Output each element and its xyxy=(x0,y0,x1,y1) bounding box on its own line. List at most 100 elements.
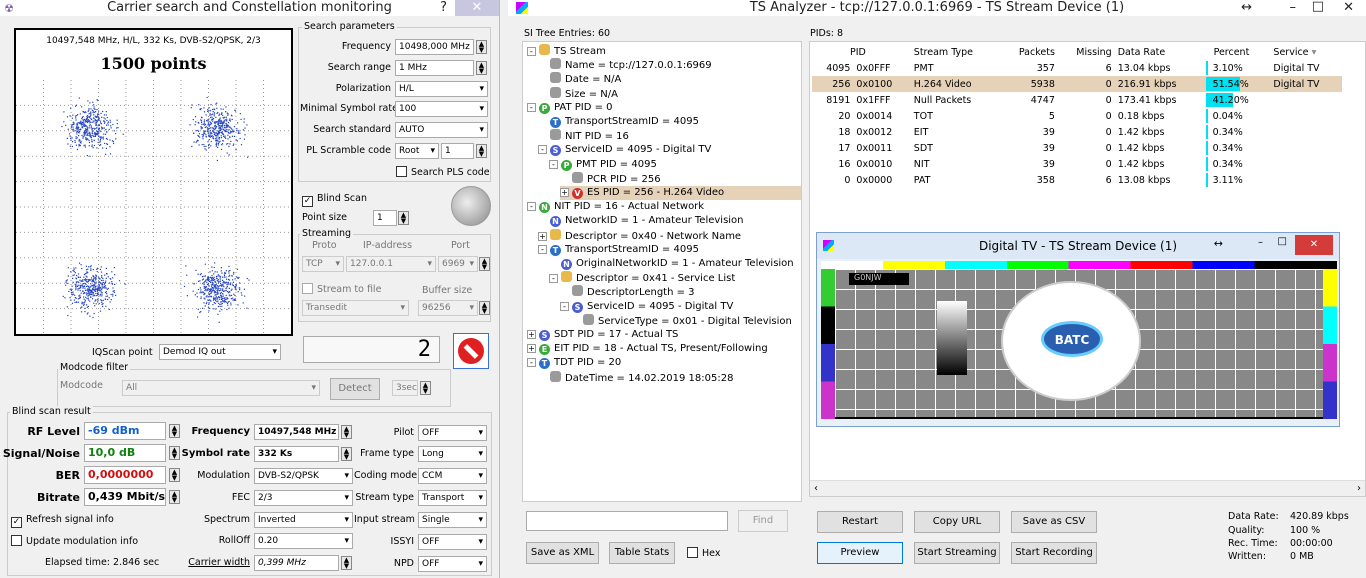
expand-toggle-icon[interactable]: + xyxy=(527,344,536,354)
expand-toggle-icon[interactable]: - xyxy=(549,159,558,169)
stream-to-file-checkbox[interactable]: Stream to file xyxy=(302,283,381,295)
search-pls-check-icon[interactable] xyxy=(396,166,407,177)
expand-toggle-icon[interactable]: - xyxy=(527,102,536,112)
col-percent[interactable]: Percent xyxy=(1204,44,1271,60)
find-button[interactable]: Find xyxy=(738,510,788,532)
npd-select[interactable]: OFF xyxy=(418,556,487,572)
expand-toggle-icon[interactable]: - xyxy=(527,47,536,56)
carrier-width-spinner[interactable]: ▲ ▼ xyxy=(341,556,352,570)
si-tree-item[interactable]: - T TDT PID = 20 xyxy=(527,356,621,370)
pl-scramble-mode-select[interactable]: Root xyxy=(395,143,439,159)
signal-noise-spinner[interactable]: ▲ ▼ xyxy=(169,446,180,460)
si-tree-item[interactable]: PCR PID = 256 xyxy=(560,171,661,186)
bitrate-spinner[interactable]: ▲ ▼ xyxy=(169,490,180,504)
frequency-spinner[interactable]: ▲ ▼ xyxy=(476,40,487,54)
copy-url-button[interactable]: Copy URL xyxy=(914,511,1000,533)
stream-to-file-check-icon[interactable] xyxy=(302,283,313,294)
scroll-right-icon[interactable]: › xyxy=(1357,483,1361,494)
si-tree-item[interactable]: DateTime = 14.02.2019 18:05:28 xyxy=(538,370,733,385)
si-tree-item[interactable]: N OriginalNetworkID = 1 - Amateur Televis… xyxy=(549,257,794,271)
si-tree-item[interactable]: Name = tcp://127.0.0.1:6969 xyxy=(538,58,712,72)
si-tree-item[interactable]: ServiceType = 0x01 - Digital Television xyxy=(571,313,792,328)
si-tree-item[interactable]: + Descriptor = 0x40 - Network Name xyxy=(538,228,741,243)
video-restore-arrows-icon[interactable]: ↔ xyxy=(1214,237,1223,250)
preview-button[interactable]: Preview xyxy=(817,542,903,564)
stop-icon[interactable] xyxy=(453,333,489,369)
coding-mode-select[interactable]: CCM xyxy=(418,468,487,484)
expand-toggle-icon[interactable]: + xyxy=(560,188,569,197)
pid-table-row[interactable]: 0 0x0000 PAT 358 6 13.08 kbps 3.11% xyxy=(812,172,1342,188)
update-modulation-checkbox[interactable]: Update modulation info xyxy=(11,535,138,547)
ber-spinner[interactable]: ▲ ▼ xyxy=(169,468,180,482)
refresh-signal-checkbox[interactable]: ✓ Refresh signal info xyxy=(11,514,114,528)
search-pls-checkbox[interactable]: Search PLS code xyxy=(396,166,490,178)
col-stream-type[interactable]: Stream Type xyxy=(911,44,1000,60)
result-symbol-rate-spinner[interactable]: ▲ ▼ xyxy=(341,447,352,461)
si-tree-item[interactable]: Date = N/A xyxy=(538,72,621,86)
point-size-spinner[interactable]: ▲ ▼ xyxy=(398,211,409,225)
pid-table-row[interactable]: 20 0x0014 TOT 5 0 0.18 kbps 0.04% xyxy=(812,108,1342,124)
buffer-size-select[interactable]: 96256 xyxy=(418,300,478,316)
close-button[interactable]: ✕ xyxy=(455,0,499,16)
expand-toggle-icon[interactable]: - xyxy=(560,301,569,311)
detect-seconds-input[interactable]: 3sec xyxy=(392,380,418,396)
si-tree-item[interactable]: DescriptorLength = 3 xyxy=(560,285,695,299)
expand-toggle-icon[interactable]: - xyxy=(538,145,547,155)
pid-table-row[interactable]: 256 0x0100 H.264 Video 5938 0 216.91 kbps 51.5… xyxy=(812,76,1342,92)
search-standard-select[interactable]: AUTO xyxy=(395,122,488,138)
stream-type-select[interactable]: Transport xyxy=(418,490,487,506)
expand-toggle-icon[interactable]: - xyxy=(538,244,547,254)
result-frequency-spinner[interactable]: ▲ ▼ xyxy=(341,425,352,439)
si-tree-item[interactable]: + S SDT PID = 17 - Actual TS xyxy=(527,328,678,342)
search-range-spinner[interactable]: ▲ ▼ xyxy=(476,61,487,75)
port-spinner[interactable]: ▲ ▼ xyxy=(479,257,490,271)
si-tree-item[interactable]: - S ServiceID = 4095 - Digital TV xyxy=(538,143,711,157)
issyi-select[interactable]: OFF xyxy=(418,534,487,550)
start-recording-button[interactable]: Start Recording xyxy=(1011,542,1097,564)
frame-type-select[interactable]: Long xyxy=(418,446,487,462)
blind-scan-checkbox[interactable]: ✓ Blind Scan xyxy=(302,193,367,207)
point-size-input[interactable]: 1 xyxy=(373,210,397,226)
si-tree-item[interactable]: N NetworkID = 1 - Amateur Television xyxy=(538,214,744,228)
si-tree-item[interactable]: - Descriptor = 0x41 - Service List xyxy=(549,271,735,285)
si-tree-item[interactable]: + V ES PID = 256 - H.264 Video xyxy=(560,186,801,200)
pid-table-row[interactable]: 17 0x0011 SDT 39 0 1.42 kbps 0.34% xyxy=(812,140,1342,156)
frequency-input[interactable]: 10498,000 MHz xyxy=(395,39,474,55)
polarization-select[interactable]: H/L xyxy=(395,81,488,97)
hex-checkbox[interactable]: Hex xyxy=(687,547,720,559)
expand-toggle-icon[interactable]: + xyxy=(527,330,536,339)
si-tree-item[interactable]: T TransportStreamID = 4095 xyxy=(538,115,699,129)
modulation-select[interactable]: DVB-S2/QPSK xyxy=(254,468,353,484)
expand-toggle-icon[interactable]: - xyxy=(549,274,558,284)
refresh-signal-check-icon[interactable]: ✓ xyxy=(11,517,22,528)
iqscan-point-select[interactable]: Demod IQ out xyxy=(159,344,281,360)
expand-toggle-icon[interactable]: + xyxy=(538,231,547,241)
help-button[interactable]: ? xyxy=(440,0,447,16)
fec-select[interactable]: 2/3 xyxy=(254,490,353,506)
pl-scramble-code-input[interactable]: 1 xyxy=(441,143,474,159)
pid-table-row[interactable]: 16 0x0010 NIT 39 0 1.42 kbps 0.34% xyxy=(812,156,1342,172)
col-missing[interactable]: Missing xyxy=(1058,44,1115,60)
port-select[interactable]: 6969 xyxy=(438,256,478,272)
blind-scan-check-icon[interactable]: ✓ xyxy=(302,196,313,207)
detect-button[interactable]: Detect xyxy=(330,378,380,400)
expand-toggle-icon[interactable]: - xyxy=(527,358,536,368)
si-tree-item[interactable]: + E EIT PID = 18 - Actual TS, Present/Foll… xyxy=(527,342,768,356)
col-pid[interactable]: PID xyxy=(812,44,911,60)
si-tree-item[interactable]: - T TransportStreamID = 4095 xyxy=(538,243,699,257)
ip-select[interactable]: 127.0.0.1 xyxy=(346,256,436,272)
start-streaming-button[interactable]: Start Streaming xyxy=(914,542,1000,564)
si-tree-item[interactable]: - N NIT PID = 16 - Actual Network xyxy=(527,200,704,214)
si-tree-item[interactable]: - P PAT PID = 0 xyxy=(527,101,613,115)
si-tree-item[interactable]: NIT PID = 16 xyxy=(538,129,629,143)
ts-close-icon[interactable]: ✕ xyxy=(1343,0,1354,16)
save-xml-button[interactable]: Save as XML xyxy=(526,542,599,564)
si-tree-item[interactable]: - P PMT PID = 4095 xyxy=(549,158,657,172)
buffer-size-spinner[interactable]: ▲ ▼ xyxy=(479,301,490,315)
table-stats-button[interactable]: Table Stats xyxy=(609,542,675,564)
detect-seconds-spinner[interactable]: ▲ ▼ xyxy=(420,381,431,395)
modcode-select[interactable]: All xyxy=(122,380,320,396)
expand-toggle-icon[interactable]: - xyxy=(527,202,536,212)
si-tree-item[interactable]: - S ServiceID = 4095 - Digital TV xyxy=(560,300,733,314)
find-input[interactable] xyxy=(526,511,728,531)
